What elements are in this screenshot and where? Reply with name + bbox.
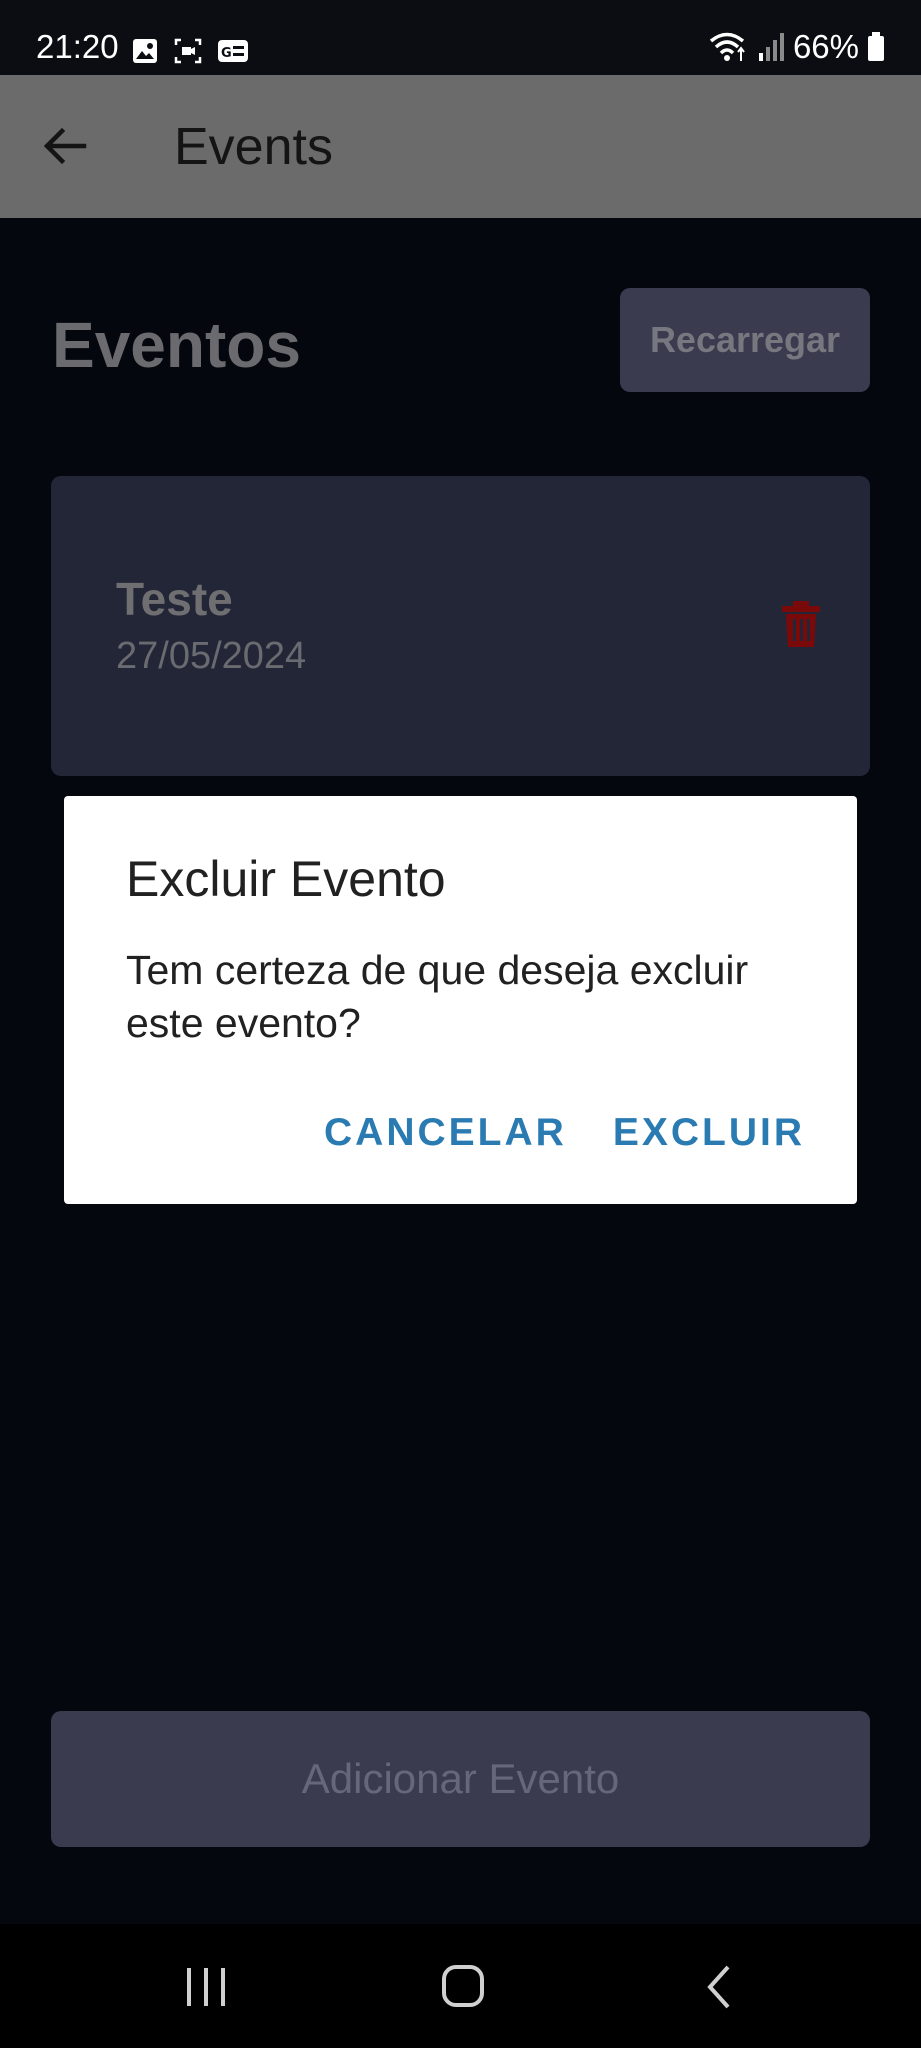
svg-text:G: G (221, 46, 232, 61)
confirm-delete-button[interactable]: EXCLUIR (613, 1111, 805, 1155)
dialog-actions: CANCELAR EXCLUIR (324, 1111, 805, 1155)
event-card[interactable]: Teste 27/05/2024 (51, 476, 870, 776)
recent-apps-icon (187, 1968, 225, 2006)
gallery-icon: G (218, 40, 248, 62)
dialog-message: Tem certeza de que deseja excluir este e… (126, 947, 749, 1047)
trash-icon (782, 601, 820, 647)
app-bar: Events (0, 75, 921, 218)
event-name: Teste (116, 573, 233, 625)
recent-apps-button[interactable] (176, 1962, 236, 2012)
delete-event-button[interactable] (777, 599, 825, 649)
screen-record-icon (174, 38, 202, 64)
battery-icon (868, 31, 884, 61)
reload-button[interactable]: Recarregar (620, 288, 870, 392)
signal-icon (758, 32, 784, 61)
home-icon (442, 1965, 484, 2007)
system-nav-bar (0, 1924, 921, 2048)
status-right: 66% (709, 30, 885, 63)
wifi-icon (709, 32, 745, 61)
arrow-left-icon (43, 127, 87, 165)
cancel-button[interactable]: CANCELAR (324, 1111, 567, 1155)
battery-percent: 66% (792, 28, 859, 65)
status-time: 21:20 (36, 28, 119, 65)
status-left-icons: G (131, 37, 249, 65)
back-icon (707, 1965, 730, 2009)
dialog-title: Excluir Evento (126, 851, 446, 907)
app-bar-title: Events (174, 118, 333, 176)
event-date: 27/05/2024 (116, 635, 307, 677)
back-button[interactable] (40, 121, 90, 171)
status-bar: 21:20 G 66% (0, 0, 921, 75)
nav-back-button[interactable] (690, 1962, 750, 2012)
image-icon (133, 39, 157, 63)
add-event-button[interactable]: Adicionar Evento (51, 1711, 870, 1847)
home-button[interactable] (433, 1962, 493, 2012)
delete-dialog: Excluir Evento Tem certeza de que deseja… (64, 796, 857, 1204)
page-title: Eventos (52, 309, 301, 381)
